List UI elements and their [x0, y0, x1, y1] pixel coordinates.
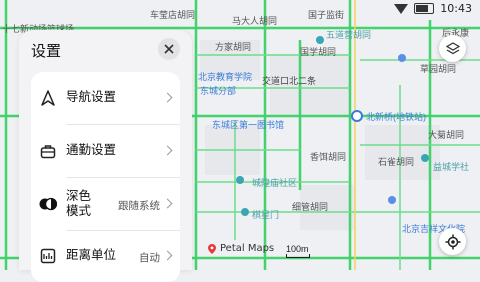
item-label: 深色 模式 — [66, 189, 92, 218]
map-label: 城隍庙社区 — [252, 178, 298, 188]
layers-button[interactable] — [439, 35, 466, 62]
navigation-arrow-icon — [39, 89, 57, 107]
locate-me-button[interactable] — [439, 228, 466, 255]
map-label: 北京教育学院 — [198, 72, 253, 82]
dark-mode-item[interactable]: 深色 模式 跟随系统 — [31, 178, 180, 230]
item-value: 自动 — [139, 252, 160, 264]
map-label: 细管胡同 — [292, 202, 329, 212]
map-label: 石雀胡同 — [378, 157, 415, 167]
map-scale: 100m — [286, 244, 310, 258]
location-pin-icon — [208, 243, 216, 254]
map-label: 棋星门 — [252, 210, 280, 220]
map-label: 东城区第一图书馆 — [212, 120, 285, 130]
layers-icon — [445, 41, 460, 54]
map-label: 香饵胡同 — [310, 152, 347, 162]
scale-label: 100m — [286, 244, 309, 254]
map-label: 东城分部 — [200, 86, 237, 96]
map-label: 交道口北二条 — [262, 76, 317, 86]
settings-list: 导航设置 通勤设置 深色 模式 跟随系统 距离单位 自动 — [31, 72, 180, 282]
map-brand: Petal Maps — [208, 243, 274, 254]
item-label: 导航设置 — [66, 90, 117, 104]
distance-unit-icon — [39, 247, 57, 265]
panel-title: 设置 — [31, 43, 62, 60]
chevron-right-icon — [162, 92, 173, 103]
distance-unit-item[interactable]: 距离单位 自动 — [31, 231, 180, 281]
chevron-right-icon — [162, 198, 173, 209]
brand-label: Petal Maps — [220, 243, 275, 254]
battery-icon — [414, 3, 435, 14]
crosshair-icon — [445, 234, 460, 249]
map-label: 益城学社 — [433, 162, 470, 172]
map-label: 五道营胡同 — [326, 30, 372, 40]
status-time: 10:43 — [440, 2, 472, 15]
commute-settings-item[interactable]: 通勤设置 — [31, 125, 180, 177]
commute-briefcase-icon — [39, 142, 57, 160]
map-label: 草园胡同 — [420, 64, 457, 74]
item-value: 跟随系统 — [118, 200, 160, 212]
chevron-right-icon — [162, 250, 173, 261]
map-label: 方家胡同 — [215, 42, 252, 52]
settings-panel: 设置 导航设置 通勤设置 深色 模式 跟随系统 距离单位 自动 — [19, 30, 192, 282]
close-button[interactable] — [158, 38, 180, 60]
chevron-right-icon — [162, 145, 173, 156]
scale-bar — [286, 254, 310, 258]
map-label: 大菊胡同 — [428, 130, 465, 140]
wifi-icon — [394, 3, 409, 14]
map-label: 国学胡同 — [300, 47, 337, 57]
close-icon — [164, 44, 174, 54]
item-label: 通勤设置 — [66, 143, 117, 157]
item-label: 距离单位 — [66, 248, 117, 262]
status-bar: 10:43 — [0, 0, 480, 18]
map-label: 北新桥(地铁站) — [366, 112, 426, 122]
dark-mode-icon — [39, 195, 57, 213]
nav-settings-item[interactable]: 导航设置 — [31, 72, 180, 124]
